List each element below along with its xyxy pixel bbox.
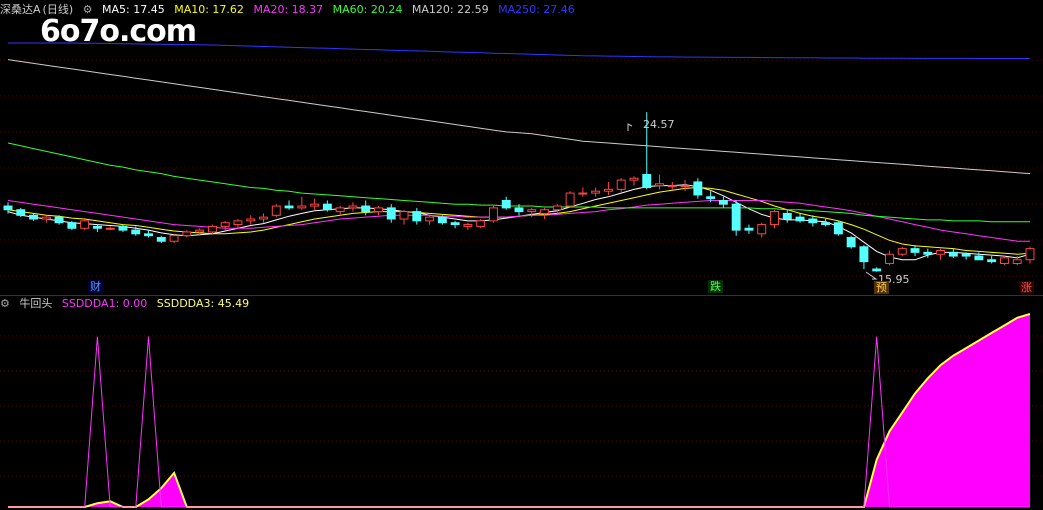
ma-line-ma10 [7,186,1031,255]
marker-forecast[interactable]: 预 [874,281,889,294]
high-price-pointer [627,123,633,131]
candle-body [92,225,102,229]
candle-body [412,211,422,222]
candle-body [348,205,358,209]
candle-body [1012,259,1022,264]
candle-body [335,207,345,213]
ma-line-ma120 [7,59,1031,175]
candle-body [629,177,639,181]
candle-body [488,207,498,222]
candle-body [220,222,230,227]
candle-body [603,188,613,192]
candle-body [642,174,652,189]
candle-body [680,185,690,188]
candle-body [655,183,664,187]
low-price-pointer [865,271,878,280]
candle-body [399,211,409,220]
candle-body [169,235,179,242]
candle-body [450,222,460,226]
candle-body [872,268,882,272]
candle-body [731,203,741,231]
candle-body [284,205,294,209]
candle-body [527,209,537,213]
candle-body [693,181,703,196]
candle-body [591,190,601,194]
candle-body [246,218,256,222]
marker-finance[interactable]: 财 [88,280,103,293]
candle-body [67,222,77,229]
candle-body [885,253,894,264]
candle-body [565,192,575,207]
candle-body [476,220,486,227]
candle-body [437,216,447,224]
candle-body [182,231,192,237]
candle-body [846,237,856,248]
candle-body [195,229,205,233]
candle-body [999,257,1009,264]
candle-body [936,250,946,255]
candle-body [374,207,383,213]
marker-fall[interactable]: 跌 [708,280,723,293]
candle-body [948,251,958,257]
candle-body [859,246,869,263]
ma-line-ma250 [8,42,1030,59]
candle-body [744,227,754,231]
candle-body [833,222,843,235]
candle-body [540,209,550,214]
candle-body [425,216,435,222]
candle-body [361,205,371,213]
candle-body [897,248,907,255]
candle-body [501,199,511,209]
candle-body [718,199,728,205]
candle-body [795,216,805,222]
marker-rise[interactable]: 涨 [1019,281,1034,294]
candle-body [961,253,971,257]
candle-body [105,227,115,230]
candle-body [322,203,332,211]
candle-body [1025,248,1035,261]
candle-body [616,179,626,190]
candle-body [910,248,920,253]
candle-body [770,211,779,226]
high-price-label: 24.57 [643,118,675,131]
candle-body [578,192,588,195]
candle-body [54,216,64,224]
candle-body [667,185,677,188]
candle-body [297,205,307,209]
candle-body [821,222,831,226]
candle-body [271,205,281,216]
candle-body [144,233,153,237]
candle-body [118,225,128,231]
candle-body [463,224,473,227]
candle-body [386,207,396,220]
candle-body [923,251,933,255]
candle-body [16,209,26,216]
candle-body [514,207,524,213]
candle-body [706,196,716,200]
candle-body [310,203,320,207]
candle-body [808,218,818,224]
indicator-chart[interactable] [0,296,1043,510]
candle-body [974,255,984,261]
candle-body [233,220,243,226]
candle-body [156,237,166,242]
candle-body [29,214,39,220]
candle-body [41,216,51,220]
candle-body [259,216,268,220]
candle-body [207,225,217,233]
candle-body [3,205,13,211]
candle-body [782,212,792,220]
candlestick-chart[interactable] [0,0,1043,296]
candle-body [552,205,562,211]
candle-body [757,224,767,235]
candle-body [131,229,141,235]
candle-body [80,220,90,229]
candle-body [987,259,997,263]
